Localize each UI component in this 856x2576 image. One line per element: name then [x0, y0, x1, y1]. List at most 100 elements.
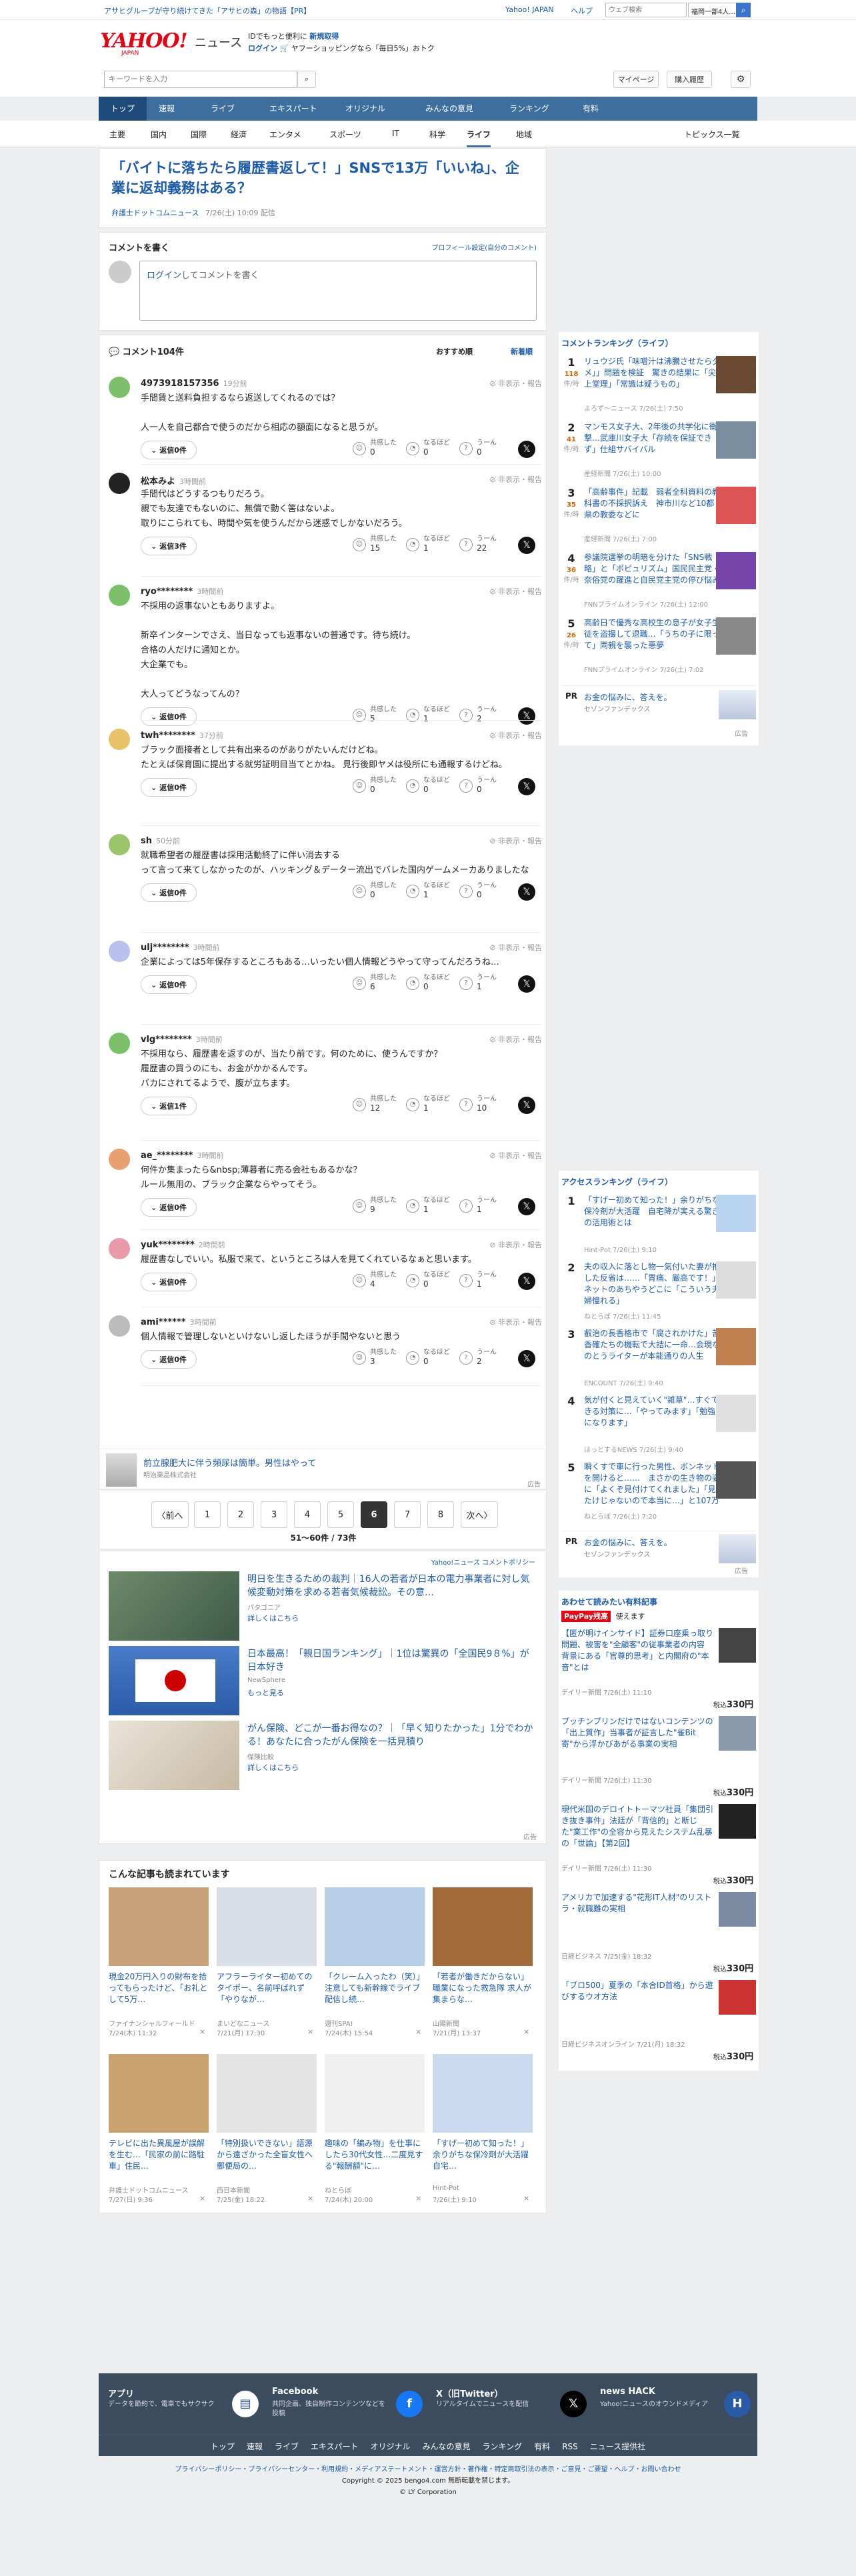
cat-life[interactable]: ライフ	[467, 129, 491, 147]
hmm-reaction[interactable]: ? うーん 0	[459, 774, 506, 797]
understand-reaction[interactable]: ◔ なるほど 0	[406, 774, 453, 797]
avatar[interactable]	[109, 1033, 130, 1054]
ad-cta[interactable]: 詳しくはこちら	[247, 1613, 299, 1623]
page-3[interactable]: 3	[261, 1501, 287, 1528]
paid-title[interactable]: プッチンプリンだけではないコンテンツの「出上質作」当事者が証言した"雀Bit 寄…	[561, 1716, 713, 1773]
x-share-icon[interactable]: 𝕏	[518, 778, 535, 795]
hmm-reaction[interactable]: ? うーん 22	[459, 533, 506, 555]
facebook-icon[interactable]: f	[396, 2391, 423, 2417]
comment-author[interactable]: ae_******** 3時間前	[141, 1150, 223, 1161]
hide-report-link[interactable]: ⊘ 非表示・報告	[489, 1239, 542, 1250]
pr-item[interactable]: PR お金の悩みに、答えを。 セゾンファンデックス	[561, 685, 756, 723]
understand-reaction[interactable]: ◔ なるほど 0	[406, 1269, 453, 1291]
understand-reaction[interactable]: ◔ なるほど 1	[406, 533, 453, 555]
ranking-item[interactable]: 2 41 件/時 マンモス女子大、2年後の共学化に衝撃…武庫川女子大「存続を保証で…	[561, 421, 768, 483]
gear-icon[interactable]: ⚙	[731, 71, 751, 88]
also-read-item[interactable]: 現金20万円入りの財布を拾ってもらったけど、「お礼として5万… ファイナンシャル…	[109, 1887, 209, 2047]
article-title[interactable]: テレビに出た異風屋が誤解を生む…「民家の前に路駐車」住民…	[109, 2138, 209, 2183]
shopping-promo[interactable]: ヤフーショッピングなら「毎日5%」おトク	[291, 44, 435, 53]
article-title[interactable]: 現金20万円入りの財布を拾ってもらったけど、「お礼として5万…	[109, 1971, 209, 2017]
hide-report-link[interactable]: ⊘ 非表示・報告	[489, 1034, 542, 1045]
hide-report-link[interactable]: ⊘ 非表示・報告	[489, 835, 542, 846]
mypage-button[interactable]: マイページ	[613, 71, 659, 88]
cat-main[interactable]: 主要	[109, 129, 125, 140]
nav-expert[interactable]: エキスパート	[269, 97, 317, 121]
paid-title[interactable]: 【匿が明けインサイド】証券口座乗っ取り問題、被害を"全顧客"の従事業者の内容 背…	[561, 1628, 713, 1685]
article-title[interactable]: 「クレーム入ったわ（笑）」注意しても新幹線でライブ配信し続…	[325, 1971, 425, 2017]
article-title[interactable]: 「特別扱いできない」語源から遠ざかった全盲女性へ 郵便局の…	[217, 2138, 317, 2183]
reply-button[interactable]: ⌄ 返信1件	[141, 1097, 197, 1115]
also-read-item[interactable]: 「すげー初めて知った！」余りがちな保冷剤が大活躍 自宅… Hint-Pot 7/…	[433, 2054, 533, 2214]
sort-new[interactable]: 新着順	[511, 346, 533, 357]
nav-paid[interactable]: 有料	[583, 97, 599, 121]
reply-button[interactable]: ⌄ 返信0件	[141, 1273, 197, 1291]
cat-economy[interactable]: 経済	[231, 129, 247, 140]
author-name[interactable]: ae_********	[141, 1151, 193, 1161]
author-name[interactable]: ryo********	[141, 587, 193, 597]
paid-title[interactable]: 現代米国のデロイトトーマツ社員「集団引き抜き事件」法廷が「背信的」と断じた"業工…	[561, 1804, 713, 1861]
agree-reaction[interactable]: ☺ 共感した 9	[353, 1194, 399, 1217]
page-6-current[interactable]: 6	[361, 1501, 387, 1528]
avatar[interactable]	[109, 1315, 130, 1337]
hide-report-link[interactable]: ⊘ 非表示・報告	[489, 1317, 542, 1327]
hide-report-link[interactable]: ⊘ 非表示・報告	[489, 378, 542, 389]
close-icon[interactable]: ×	[523, 2194, 529, 2203]
comment-author[interactable]: 松本みよ 3時間前	[141, 474, 206, 487]
author-name[interactable]: ami******	[141, 1317, 186, 1327]
ad-item[interactable]: 日本最高！「親日国ランキング」｜1位は驚異の「全国民9８%」が日本好き NewS…	[109, 1646, 535, 1715]
prev-page-button[interactable]: 〈前へ	[151, 1501, 189, 1528]
close-icon[interactable]: ×	[307, 2194, 313, 2203]
hmm-reaction[interactable]: ? うーん 2	[459, 1346, 506, 1369]
ranking-title[interactable]: 「すげー初めて知った！」余りがちな保冷剤が大活躍 自宅降が実える驚きの活用術とは	[584, 1195, 721, 1240]
ranking-title[interactable]: 参議院選挙の明暗を分けた「SNS戦略」と「ポピュリズム」国民民主党・奈俗党の躍進…	[584, 552, 721, 586]
ad-title[interactable]: がん保険、どこが一番お得なの？｜「早く知りたかった」1分でわかる！あなたに合った…	[247, 1722, 534, 1749]
footer-app-item[interactable]: アプリ データを節約で、電車でもサクサク ▤	[108, 2387, 265, 2427]
page-1[interactable]: 1	[194, 1501, 221, 1528]
agree-reaction[interactable]: ☺ 共感した 4	[353, 1269, 399, 1291]
app-title[interactable]: X（旧Twitter）	[436, 2387, 503, 2399]
cat-world[interactable]: 国際	[191, 129, 207, 140]
hmm-reaction[interactable]: ? うーん 1	[459, 1194, 506, 1217]
ranking-title[interactable]: リュウジ氏「味噌汁は沸騰させたらダメ」」問題を検証 驚きの結果に「尖上堂理」「常…	[584, 356, 721, 390]
comment-input[interactable]: ログインしてコメントを書く	[139, 261, 537, 321]
app-title[interactable]: アプリ	[108, 2387, 134, 2399]
also-read-item[interactable]: アフラーライター初めてのタイポー、名前呼ばれず「やりなが… まいどなニュース 7…	[217, 1887, 317, 2047]
app-title[interactable]: Facebook	[272, 2387, 318, 2397]
author-name[interactable]: sh	[141, 836, 152, 846]
x-share-icon[interactable]: 𝕏	[518, 883, 535, 901]
paid-article-item[interactable]: プッチンプリンだけではないコンテンツの「出上質作」当事者が証言した"雀Bit 寄…	[561, 1716, 756, 1800]
x-icon[interactable]: 𝕏	[560, 2391, 587, 2417]
footer-nav-link[interactable]: みんなの意見	[423, 2442, 471, 2451]
pr-title[interactable]: お金の悩みに、答えを。	[584, 1537, 672, 1548]
reply-button[interactable]: ⌄ 返信3件	[141, 537, 197, 555]
pr-title[interactable]: お金の悩みに、答えを。	[584, 691, 672, 703]
next-page-button[interactable]: 次へ〉	[461, 1501, 498, 1528]
article-title[interactable]: アフラーライター初めてのタイポー、名前呼ばれず「やりなが…	[217, 1971, 317, 2017]
author-name[interactable]: ulj********	[141, 943, 189, 953]
cat-domestic[interactable]: 国内	[151, 129, 167, 140]
agree-reaction[interactable]: ☺ 共感した 0	[353, 774, 399, 797]
help-link[interactable]: ヘルプ	[571, 5, 593, 16]
footer-nav-link[interactable]: オリジナル	[371, 2442, 411, 2451]
x-share-icon[interactable]: 𝕏	[518, 1198, 535, 1215]
page-8[interactable]: 8	[427, 1501, 454, 1528]
hide-report-link[interactable]: ⊘ 非表示・報告	[489, 730, 542, 741]
ad-cta[interactable]: 詳しくはこちら	[247, 1762, 299, 1773]
article-title[interactable]: 「若者が働きだからない」職業になった救急隊 求人が集まらな…	[433, 1971, 533, 2017]
comment-author[interactable]: sh 50分前	[141, 835, 180, 846]
ranking-item[interactable]: 1 「すげー初めて知った！」余りがちな保冷剤が大活躍 自宅降が実える驚きの活用術…	[561, 1195, 768, 1259]
nav-top[interactable]: トップ	[99, 97, 147, 121]
login-link[interactable]: ログイン	[248, 44, 277, 53]
policy-links[interactable]: プライバシーポリシー・プライバシーセンター・利用規約・メディアステートメント・運…	[99, 2464, 757, 2475]
also-read-item[interactable]: テレビに出た異風屋が誤解を生む…「民家の前に路駐車」住民… 弁護士ドットコムニュ…	[109, 2054, 209, 2214]
footer-nav-link[interactable]: 速報	[247, 2442, 263, 2451]
avatar[interactable]	[109, 1238, 130, 1259]
agree-reaction[interactable]: ☺ 共感した 0	[353, 879, 399, 902]
page-4[interactable]: 4	[294, 1501, 321, 1528]
x-share-icon[interactable]: 𝕏	[518, 537, 535, 554]
x-share-icon[interactable]: 𝕏	[518, 441, 535, 458]
avatar[interactable]	[109, 834, 130, 855]
footer-app-item[interactable]: X（旧Twitter） リアルタイムでニュースを配信 𝕏	[436, 2387, 593, 2427]
avatar[interactable]	[109, 473, 130, 494]
close-icon[interactable]: ×	[415, 2194, 421, 2203]
